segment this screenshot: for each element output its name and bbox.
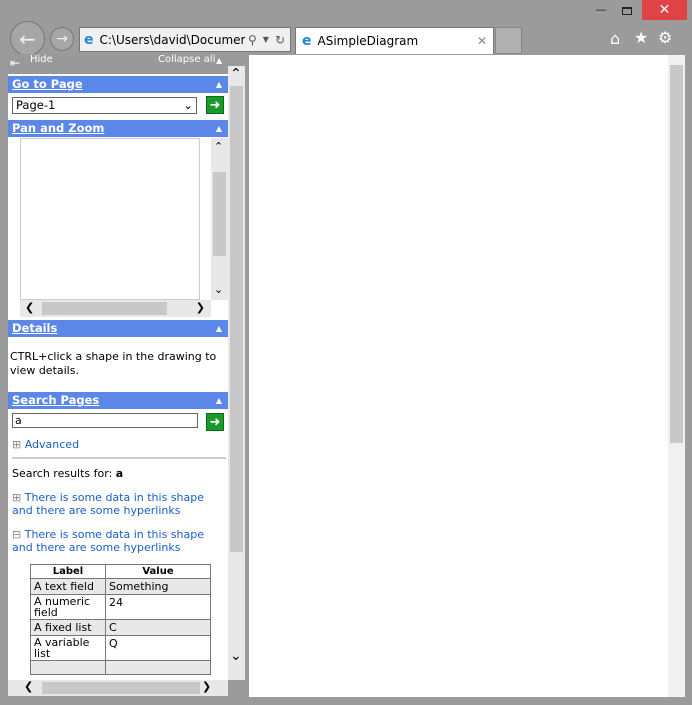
details-text: CTRL+click a shape in the drawing to vie… bbox=[10, 350, 217, 377]
panel-hscrollbar-bottom[interactable]: ❮ ❯ bbox=[8, 680, 228, 696]
refresh-icon[interactable]: ↻ bbox=[275, 33, 285, 47]
pan-zoom-hscrollbar[interactable]: ❮ ❯ bbox=[20, 300, 211, 317]
advanced-link[interactable]: Advanced bbox=[25, 438, 79, 451]
drawing-area[interactable] bbox=[249, 55, 685, 697]
tab-title: ASimpleDiagram bbox=[317, 34, 419, 48]
table-row: A variable list Q bbox=[30, 635, 211, 661]
scroll-up-icon[interactable]: ⌃ bbox=[230, 66, 242, 82]
search-go-button[interactable]: ➜ bbox=[206, 413, 224, 431]
go-to-page-title: Go to Page bbox=[12, 77, 83, 91]
cell-label: A numeric field bbox=[30, 594, 106, 620]
cell-label: A variable list bbox=[30, 635, 106, 661]
scroll-left-icon[interactable]: ❮ bbox=[25, 301, 34, 314]
result-link[interactable]: There is some data in this shape and the… bbox=[12, 528, 204, 554]
table-row: A numeric field 24 bbox=[30, 594, 211, 620]
pan-zoom-header[interactable]: Pan and Zoom ▲ bbox=[8, 120, 228, 137]
maximize-button[interactable] bbox=[616, 3, 638, 19]
minimize-button[interactable]: — bbox=[590, 3, 612, 19]
tab-close-icon[interactable]: ✕ bbox=[477, 34, 487, 48]
expand-icon[interactable]: ⊞ bbox=[12, 491, 21, 504]
hide-button[interactable]: Hide bbox=[30, 54, 53, 65]
hide-panel-icon[interactable]: ⇤ bbox=[10, 56, 20, 70]
search-pages-title: Search Pages bbox=[12, 393, 100, 407]
page-select-value: Page-1 bbox=[16, 98, 56, 112]
search-input[interactable]: a bbox=[12, 413, 198, 428]
home-icon[interactable]: ⌂ bbox=[610, 29, 620, 48]
go-button[interactable]: ➜ bbox=[206, 96, 224, 114]
cell-value: Q bbox=[105, 635, 211, 661]
favorites-icon[interactable]: ★ bbox=[634, 28, 648, 47]
scroll-down-icon[interactable]: ⌄ bbox=[214, 283, 223, 296]
table-row: A text field Something bbox=[30, 578, 211, 595]
scroll-right-icon[interactable]: ❯ bbox=[196, 301, 205, 314]
dropdown-icon[interactable]: ▼ bbox=[263, 35, 269, 44]
page-select[interactable]: Page-1 ⌄ bbox=[12, 97, 197, 114]
panel-vscrollbar[interactable]: ⌃ ⌄ bbox=[228, 66, 245, 680]
address-text: C:\Users\david\Documer bbox=[99, 32, 245, 47]
pan-zoom-title: Pan and Zoom bbox=[12, 121, 105, 135]
scroll-up-icon[interactable]: ⌃ bbox=[214, 140, 223, 153]
cell-value bbox=[105, 660, 211, 675]
collapse-icon[interactable]: ▲ bbox=[216, 392, 222, 409]
search-results-heading: Search results for: a bbox=[12, 467, 123, 480]
settings-gear-icon[interactable]: ⚙ bbox=[658, 28, 672, 47]
cell-label: A fixed list bbox=[30, 619, 106, 636]
drawing-vscrollbar[interactable] bbox=[668, 55, 685, 697]
cell-label bbox=[30, 660, 106, 675]
results-query: a bbox=[115, 467, 124, 480]
result-link[interactable]: There is some data in this shape and the… bbox=[12, 491, 204, 517]
column-header: Label bbox=[30, 564, 106, 579]
collapse-all-button[interactable]: Collapse all bbox=[158, 54, 215, 65]
collapse-icon[interactable]: ⊟ bbox=[12, 528, 21, 541]
search-result-2[interactable]: ⊟ There is some data in this shape and t… bbox=[12, 528, 224, 554]
scroll-right-icon[interactable]: ❯ bbox=[202, 680, 211, 693]
panel-toolbar: ⇤ Hide Collapse all ▲ bbox=[8, 54, 228, 74]
cell-label: A text field bbox=[30, 578, 106, 595]
pan-zoom-vscrollbar[interactable]: ⌃ ⌄ bbox=[211, 138, 228, 300]
go-to-page-header[interactable]: Go to Page ▲ bbox=[8, 76, 228, 93]
tab-asimplediagram[interactable]: e ASimpleDiagram ✕ bbox=[295, 27, 494, 54]
ie-tab-icon: e bbox=[302, 33, 312, 49]
search-icon[interactable]: ⚲ bbox=[248, 33, 257, 47]
scroll-down-icon[interactable]: ⌄ bbox=[230, 648, 242, 664]
back-button[interactable]: ← bbox=[10, 21, 45, 56]
scroll-left-icon[interactable]: ❮ bbox=[24, 680, 33, 693]
details-header[interactable]: Details ▲ bbox=[8, 320, 228, 337]
cell-value: C bbox=[105, 619, 211, 636]
cell-value: 24 bbox=[105, 594, 211, 620]
collapse-icon[interactable]: ▲ bbox=[216, 76, 222, 93]
details-title: Details bbox=[12, 321, 58, 335]
forward-button[interactable]: → bbox=[50, 27, 74, 51]
collapse-icon[interactable]: ▲ bbox=[216, 320, 222, 337]
new-tab-button[interactable] bbox=[495, 27, 522, 54]
shape-data-table: Label Value A text field Something A numer… bbox=[30, 564, 211, 675]
close-button[interactable]: ✕ bbox=[642, 0, 687, 20]
cell-value: Something bbox=[105, 578, 211, 595]
search-pages-header[interactable]: Search Pages ▲ bbox=[8, 392, 228, 409]
column-header: Value bbox=[105, 564, 211, 579]
search-result-1[interactable]: ⊞ There is some data in this shape and t… bbox=[12, 491, 224, 517]
collapse-all-icon[interactable]: ▲ bbox=[216, 56, 222, 65]
expand-icon: ⊞ bbox=[12, 438, 22, 451]
left-panel: ⇤ Hide Collapse all ▲ Go to Page ▲ Page-1… bbox=[8, 54, 228, 681]
table-row bbox=[30, 660, 211, 675]
address-bar[interactable]: e C:\Users\david\Documer ⚲ ▼ ↻ bbox=[79, 27, 291, 52]
chevron-down-icon: ⌄ bbox=[183, 98, 193, 112]
divider bbox=[12, 457, 226, 459]
advanced-toggle[interactable]: ⊞ Advanced bbox=[12, 438, 79, 451]
pan-zoom-viewport[interactable] bbox=[20, 138, 200, 300]
collapse-icon[interactable]: ▲ bbox=[216, 120, 222, 137]
ie-page-icon: e bbox=[84, 31, 94, 48]
table-row: A fixed list C bbox=[30, 619, 211, 636]
results-label: Search results for: bbox=[12, 467, 113, 480]
